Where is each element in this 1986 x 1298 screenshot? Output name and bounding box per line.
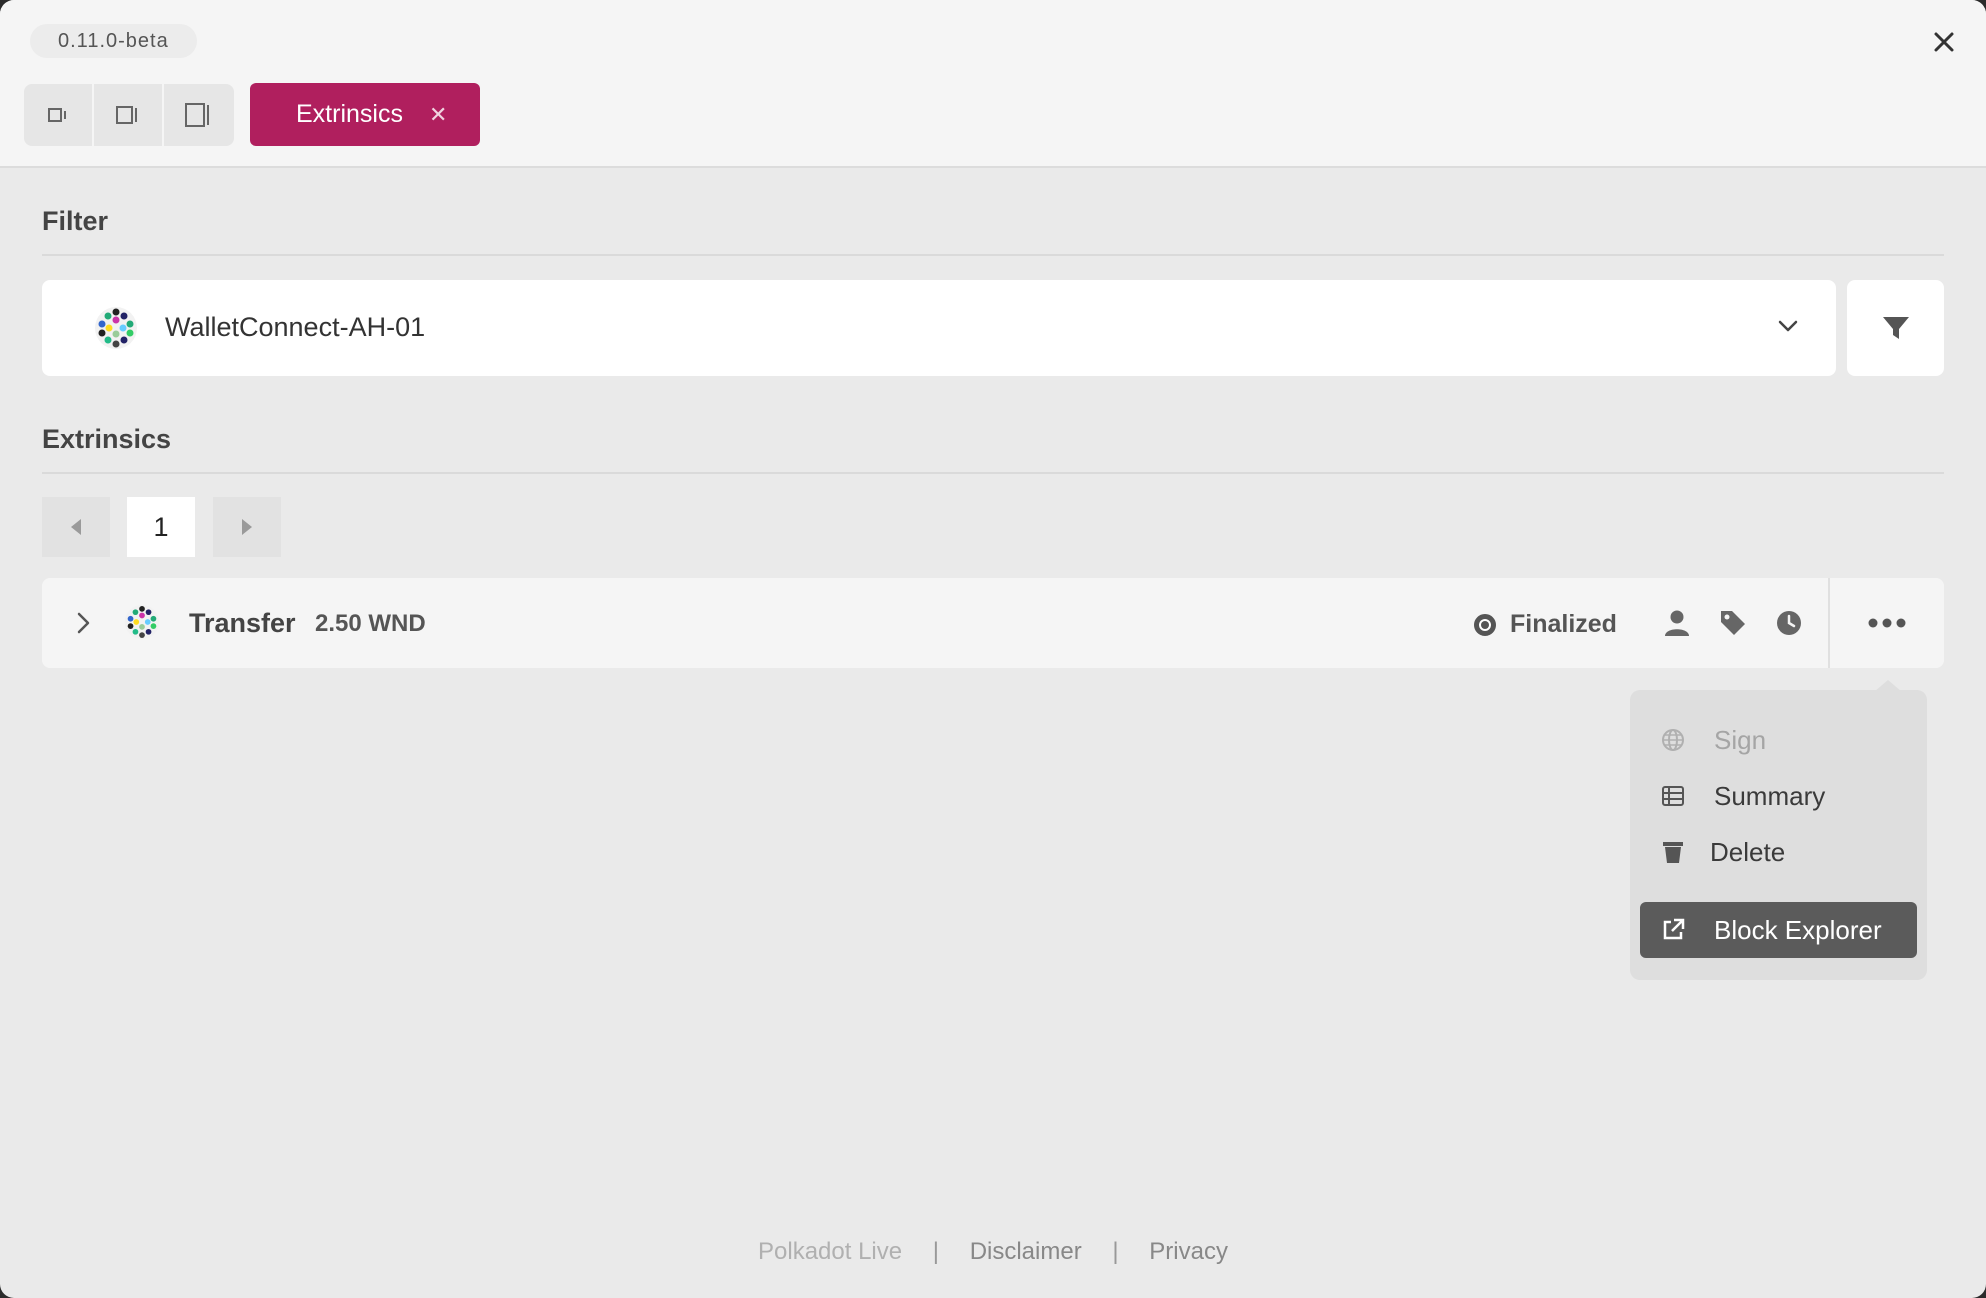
header-bar: 0.11.0-beta Extrinsics ✕ [0,0,1986,168]
pager-prev-button[interactable] [42,497,110,557]
trash-icon [1663,842,1683,863]
clock-icon[interactable] [1774,608,1804,638]
footer-separator: | [932,1238,940,1265]
footer-brand: Polkadot Live [758,1238,903,1265]
version-badge: 0.11.0-beta [30,24,197,58]
footer: Polkadot Live | Disclaimer | Privacy [0,1238,1986,1266]
row-separator [1828,578,1830,668]
extrinsics-section-title: Extrinsics [42,424,172,454]
filter-divider [42,254,1944,256]
filter-section-title: Filter [42,206,109,236]
row-account-avatar-icon [124,604,160,640]
extrinsic-status: Finalized [1510,610,1617,638]
menu-label-delete: Delete [1710,836,1786,867]
layout-large-button[interactable] [164,84,234,146]
menu-label-block-explorer: Block Explorer [1714,914,1882,945]
chevron-down-icon [1778,320,1798,332]
filter-button[interactable] [1847,280,1944,376]
account-select-label: WalletConnect-AH-01 [165,312,426,342]
more-options-icon[interactable] [1864,606,1910,640]
external-link-icon [1663,918,1685,940]
tag-icon[interactable] [1718,608,1748,638]
app-window: 0.11.0-beta Extrinsics ✕ Filter WalletCo… [0,0,1986,1298]
extrinsic-amount: 2.50 WND [315,610,426,637]
filter-icon [1882,317,1909,339]
layout-large-icon [185,103,209,127]
extrinsic-title: Transfer [189,608,296,638]
tab-label: Extrinsics [296,100,403,128]
close-window-button[interactable] [1928,26,1960,58]
globe-icon [1662,729,1684,751]
row-actions-menu: Sign Summary Delete Block Explorer [1630,690,1927,980]
layout-small-button[interactable] [24,84,94,146]
menu-item-sign: Sign [1660,720,1766,760]
layout-medium-icon [116,106,137,124]
user-icon[interactable] [1662,608,1692,638]
footer-disclaimer-link[interactable]: Disclaimer [970,1238,1082,1266]
account-select[interactable]: WalletConnect-AH-01 [42,280,1836,376]
close-icon [1934,32,1954,52]
menu-item-delete[interactable]: Delete [1660,832,1785,872]
layout-medium-button[interactable] [94,84,164,146]
status-indicator-icon [1474,614,1496,636]
list-icon [1662,786,1684,806]
tab-extrinsics[interactable]: Extrinsics ✕ [250,83,480,146]
menu-item-block-explorer[interactable]: Block Explorer [1640,902,1917,958]
menu-label-summary: Summary [1714,780,1826,811]
pager-current-page[interactable]: 1 [127,497,195,557]
account-avatar-icon [95,307,137,349]
caret-right-icon [242,519,252,535]
layout-button-group [24,84,234,146]
extrinsics-divider [42,472,1944,474]
menu-item-summary[interactable]: Summary [1660,776,1825,816]
layout-small-icon [48,108,66,122]
footer-separator: | [1112,1238,1119,1265]
tab-close-icon[interactable]: ✕ [429,102,447,128]
caret-left-icon [71,519,81,535]
chevron-right-icon[interactable] [70,610,96,636]
menu-label-sign: Sign [1714,724,1767,755]
extrinsic-row[interactable]: Transfer 2.50 WND Finalized [42,578,1944,668]
footer-privacy-link[interactable]: Privacy [1149,1238,1228,1266]
pager-next-button[interactable] [213,497,281,557]
